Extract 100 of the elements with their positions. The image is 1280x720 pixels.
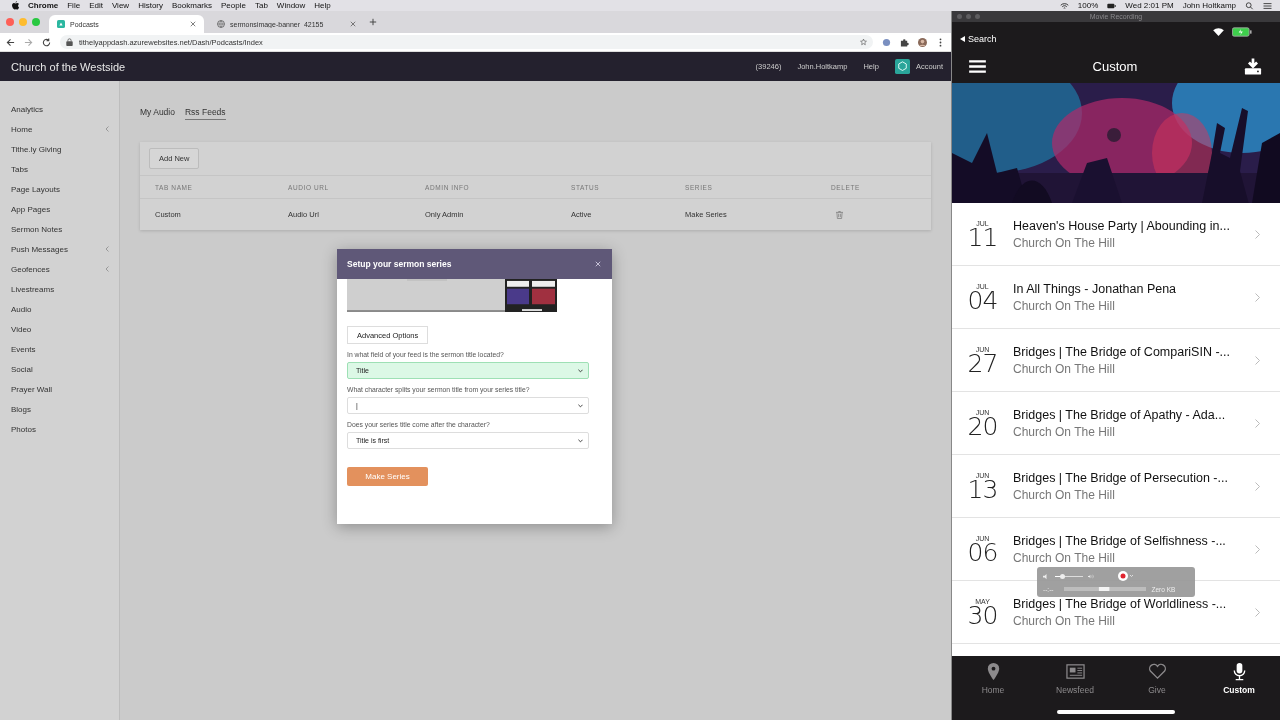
close-icon[interactable]	[595, 261, 601, 267]
sidebar-item[interactable]: Video	[0, 319, 119, 339]
church-name: Church On The Hill	[1013, 424, 1116, 439]
wifi-icon[interactable]	[1059, 1, 1069, 10]
church-name: Church On The Hill	[1013, 361, 1116, 376]
church-name: Church On The Hill	[1013, 550, 1116, 565]
puzzle-icon[interactable]	[900, 37, 909, 47]
menu-icon[interactable]	[969, 59, 986, 73]
menu-item[interactable]: Bookmarks	[172, 1, 213, 10]
cube-logo-icon	[894, 59, 910, 74]
menu-item[interactable]: Tab	[254, 1, 268, 10]
menu-item[interactable]: History	[138, 1, 163, 10]
tab-bar-item[interactable]: Newsfeed	[1034, 662, 1116, 709]
heart-icon	[1147, 662, 1167, 681]
church-name: Church On The Hill	[1013, 487, 1116, 502]
sidebar-item[interactable]: Social	[0, 359, 119, 379]
sermon-title: Bridges | The Bridge of Selfishness -...	[1013, 533, 1227, 548]
sidebar-item[interactable]: Home	[0, 119, 119, 139]
date-day: 11	[967, 226, 998, 249]
page-tab[interactable]: Rss Feeds	[184, 107, 226, 120]
church-name: Church On The Hill	[1013, 235, 1116, 250]
chevron-icon	[105, 126, 109, 132]
sermon-title: In All Things - Jonathan Pena	[1013, 281, 1178, 296]
tab-bar-item[interactable]: Home	[952, 662, 1034, 709]
download-icon[interactable]	[1244, 57, 1262, 75]
sidebar-item[interactable]: Blogs	[0, 399, 119, 419]
sermon-title: Bridges | The Bridge of Worldliness -...	[1013, 596, 1228, 611]
menu-item[interactable]: View	[111, 1, 130, 10]
chevron-right-icon	[1255, 355, 1260, 365]
menu-item[interactable]: Help	[314, 1, 331, 10]
church-name: Church On The Hill	[1013, 613, 1116, 628]
tab-bar-item[interactable]: Give	[1116, 662, 1198, 709]
battery-percent: 100%	[1077, 1, 1099, 10]
sermon-title: Bridges | The Bridge of Apathy - Ada...	[1013, 407, 1227, 422]
chevron-right-icon	[1255, 481, 1260, 491]
back-link[interactable]: Search	[960, 34, 997, 44]
avatar-icon[interactable]	[918, 37, 927, 47]
wifi-icon	[1213, 28, 1224, 36]
sidebar-item[interactable]: Tabs	[0, 159, 119, 179]
close-tab-icon[interactable]	[190, 21, 196, 27]
date-day: 27	[967, 352, 998, 375]
sidebar-item[interactable]: Photos	[0, 419, 119, 439]
date-day: 13	[967, 478, 998, 501]
list-icon[interactable]	[1263, 1, 1272, 10]
sidebar-item[interactable]: Geofences	[0, 259, 119, 279]
church-name: Church On The Hill	[1013, 298, 1116, 313]
extension-icon[interactable]	[882, 37, 891, 47]
menu-item[interactable]: Window	[276, 1, 306, 10]
menu-item[interactable]: Edit	[89, 1, 103, 10]
date-day: 06	[967, 541, 998, 564]
sermon-title: Bridges | The Bridge of Persecution -...	[1013, 470, 1229, 485]
sidebar-item[interactable]: Sermon Notes	[0, 219, 119, 239]
back-icon[interactable]	[6, 37, 15, 47]
date-day: 04	[967, 289, 998, 312]
battery-icon[interactable]	[1107, 1, 1117, 10]
new-tab-icon[interactable]	[369, 18, 377, 26]
sidebar-item[interactable]: Push Messages	[0, 239, 119, 259]
sermon-title: Heaven's House Party | Abounding in...	[1013, 218, 1231, 233]
chevron-right-icon	[1255, 229, 1260, 239]
chevron-down-icon	[578, 438, 583, 443]
menu-user[interactable]: John Holtkamp	[1182, 1, 1236, 10]
chevron-down-icon	[578, 403, 583, 408]
lock-icon	[66, 38, 73, 46]
forward-icon[interactable]	[24, 37, 33, 47]
sermon-title: Bridges | The Bridge of CompariSIN -...	[1013, 344, 1231, 359]
menu-item[interactable]: File	[67, 1, 81, 10]
sidebar-item[interactable]: Events	[0, 339, 119, 359]
newspaper-icon	[1065, 662, 1085, 681]
sidebar-item[interactable]: Page Layouts	[0, 179, 119, 199]
speaker-low-icon	[1043, 572, 1050, 580]
search-icon[interactable]	[1245, 1, 1254, 10]
podcast-favicon	[57, 20, 65, 28]
page-tab[interactable]: My Audio	[140, 107, 175, 119]
menu-clock[interactable]: Wed 2:01 PM	[1125, 1, 1174, 10]
reload-icon[interactable]	[42, 37, 51, 47]
sidebar-item[interactable]: Prayer Wall	[0, 379, 119, 399]
sidebar-item[interactable]: Tithe.ly Giving	[0, 139, 119, 159]
apple-icon[interactable]	[12, 1, 19, 10]
chevron-icon	[105, 246, 109, 252]
chevron-right-icon	[1255, 292, 1260, 302]
globe-icon	[217, 20, 225, 28]
battery-charging-icon	[1232, 27, 1252, 37]
record-button[interactable]	[1118, 571, 1134, 582]
sidebar-item[interactable]: Livestreams	[0, 279, 119, 299]
sidebar-item[interactable]: App Pages	[0, 199, 119, 219]
menu-item[interactable]: People	[221, 1, 246, 10]
chevron-right-icon	[1255, 544, 1260, 554]
chevron-right-icon	[1255, 607, 1260, 617]
sidebar-item[interactable]: Audio	[0, 299, 119, 319]
menu-item[interactable]: Chrome	[28, 1, 59, 10]
sidebar-item[interactable]: Analytics	[0, 99, 119, 119]
back-triangle-icon	[960, 36, 965, 42]
close-tab-icon[interactable]	[350, 21, 356, 27]
chevron-right-icon	[1255, 418, 1260, 428]
chevron-icon	[105, 266, 109, 272]
site-title[interactable]: Church of the Westside	[11, 60, 126, 73]
modal-title: Setup your sermon series	[347, 259, 452, 269]
speaker-loud-icon	[1088, 572, 1095, 580]
star-icon[interactable]	[860, 38, 867, 46]
tab-bar-item[interactable]: Custom	[1198, 662, 1280, 709]
